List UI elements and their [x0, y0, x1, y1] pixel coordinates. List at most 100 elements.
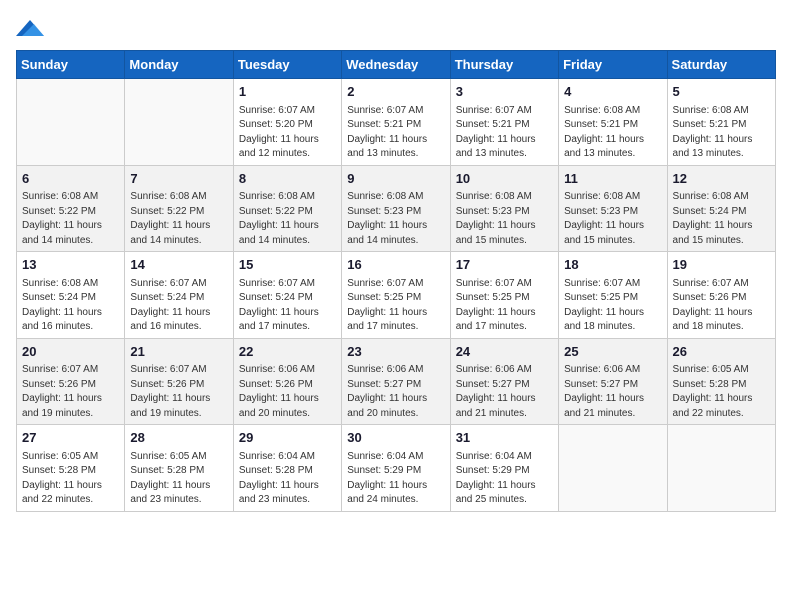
day-sunrise: Sunrise: 6:07 AM — [456, 278, 532, 289]
day-sunset: Sunset: 5:23 PM — [347, 206, 421, 217]
day-daylight: Daylight: 11 hours and 25 minutes. — [456, 480, 536, 506]
day-sunrise: Sunrise: 6:04 AM — [347, 451, 423, 462]
day-sunrise: Sunrise: 6:06 AM — [456, 364, 532, 375]
calendar-cell: 30Sunrise: 6:04 AMSunset: 5:29 PMDayligh… — [342, 425, 450, 512]
day-sunrise: Sunrise: 6:05 AM — [673, 364, 749, 375]
calendar-cell: 24Sunrise: 6:06 AMSunset: 5:27 PMDayligh… — [450, 338, 558, 425]
calendar-cell: 23Sunrise: 6:06 AMSunset: 5:27 PMDayligh… — [342, 338, 450, 425]
day-sunrise: Sunrise: 6:08 AM — [130, 191, 206, 202]
day-sunset: Sunset: 5:24 PM — [239, 292, 313, 303]
day-sunrise: Sunrise: 6:06 AM — [347, 364, 423, 375]
calendar-cell: 10Sunrise: 6:08 AMSunset: 5:23 PMDayligh… — [450, 165, 558, 252]
day-daylight: Daylight: 11 hours and 21 minutes. — [456, 393, 536, 419]
day-number: 3 — [456, 83, 553, 101]
day-daylight: Daylight: 11 hours and 21 minutes. — [564, 393, 644, 419]
weekday-header-monday: Monday — [125, 51, 233, 79]
day-daylight: Daylight: 11 hours and 17 minutes. — [347, 307, 427, 333]
calendar-cell: 19Sunrise: 6:07 AMSunset: 5:26 PMDayligh… — [667, 252, 775, 339]
day-sunset: Sunset: 5:22 PM — [22, 206, 96, 217]
day-sunrise: Sunrise: 6:05 AM — [130, 451, 206, 462]
day-daylight: Daylight: 11 hours and 22 minutes. — [22, 480, 102, 506]
day-number: 9 — [347, 170, 444, 188]
day-daylight: Daylight: 11 hours and 22 minutes. — [673, 393, 753, 419]
day-number: 17 — [456, 256, 553, 274]
day-sunrise: Sunrise: 6:08 AM — [673, 105, 749, 116]
calendar-cell: 8Sunrise: 6:08 AMSunset: 5:22 PMDaylight… — [233, 165, 341, 252]
day-daylight: Daylight: 11 hours and 23 minutes. — [239, 480, 319, 506]
calendar-cell: 6Sunrise: 6:08 AMSunset: 5:22 PMDaylight… — [17, 165, 125, 252]
day-daylight: Daylight: 11 hours and 20 minutes. — [239, 393, 319, 419]
day-sunset: Sunset: 5:24 PM — [673, 206, 747, 217]
calendar-cell: 18Sunrise: 6:07 AMSunset: 5:25 PMDayligh… — [559, 252, 667, 339]
day-daylight: Daylight: 11 hours and 14 minutes. — [239, 220, 319, 246]
day-daylight: Daylight: 11 hours and 18 minutes. — [564, 307, 644, 333]
calendar-cell — [559, 425, 667, 512]
day-sunrise: Sunrise: 6:07 AM — [673, 278, 749, 289]
calendar-cell: 14Sunrise: 6:07 AMSunset: 5:24 PMDayligh… — [125, 252, 233, 339]
weekday-header-friday: Friday — [559, 51, 667, 79]
day-sunrise: Sunrise: 6:07 AM — [130, 364, 206, 375]
calendar-cell: 4 Sunrise: 6:08 AM Sunset: 5:21 PM Daylight… — [559, 79, 667, 166]
day-sunset: Sunset: 5:27 PM — [456, 379, 530, 390]
day-number: 19 — [673, 256, 770, 274]
day-number: 25 — [564, 343, 661, 361]
day-number: 1 — [239, 83, 336, 101]
weekday-header-row: SundayMondayTuesdayWednesdayThursdayFrid… — [17, 51, 776, 79]
calendar-cell: 11Sunrise: 6:08 AMSunset: 5:23 PMDayligh… — [559, 165, 667, 252]
day-number: 29 — [239, 429, 336, 447]
day-sunrise: Sunrise: 6:07 AM — [347, 105, 423, 116]
calendar-week-row: 20 Sunrise: 6:07 AM Sunset: 5:26 PM Dayligh… — [17, 338, 776, 425]
day-sunrise: Sunrise: 6:07 AM — [456, 105, 532, 116]
day-sunrise: Sunrise: 6:06 AM — [239, 364, 315, 375]
day-sunrise: Sunrise: 6:08 AM — [673, 191, 749, 202]
calendar-week-row: 6Sunrise: 6:08 AMSunset: 5:22 PMDaylight… — [17, 165, 776, 252]
day-daylight: Daylight: 11 hours and 13 minutes. — [564, 134, 644, 160]
day-daylight: Daylight: 11 hours and 14 minutes. — [130, 220, 210, 246]
day-sunrise: Sunrise: 6:08 AM — [564, 105, 640, 116]
day-sunset: Sunset: 5:22 PM — [130, 206, 204, 217]
day-sunrise: Sunrise: 6:07 AM — [564, 278, 640, 289]
day-sunset: Sunset: 5:26 PM — [130, 379, 204, 390]
day-sunrise: Sunrise: 6:08 AM — [239, 191, 315, 202]
day-daylight: Daylight: 11 hours and 23 minutes. — [130, 480, 210, 506]
day-number: 20 — [22, 343, 119, 361]
calendar-cell: 2Sunrise: 6:07 AMSunset: 5:21 PMDaylight… — [342, 79, 450, 166]
day-daylight: Daylight: 11 hours and 18 minutes. — [673, 307, 753, 333]
day-sunset: Sunset: 5:21 PM — [673, 119, 747, 130]
day-number: 28 — [130, 429, 227, 447]
day-sunset: Sunset: 5:23 PM — [456, 206, 530, 217]
calendar-table: SundayMondayTuesdayWednesdayThursdayFrid… — [16, 50, 776, 512]
calendar-cell: 20Sunrise: 6:07 AMSunset: 5:26 PMDayligh… — [17, 338, 125, 425]
calendar-week-row: 27 Sunrise: 6:05 AM Sunset: 5:28 PM Dayligh… — [17, 425, 776, 512]
day-sunrise: Sunrise: 6:08 AM — [347, 191, 423, 202]
day-number: 30 — [347, 429, 444, 447]
day-number: 8 — [239, 170, 336, 188]
day-daylight: Daylight: 11 hours and 13 minutes. — [673, 134, 753, 160]
calendar-cell: 13Sunrise: 6:08 AMSunset: 5:24 PMDayligh… — [17, 252, 125, 339]
day-sunrise: Sunrise: 6:07 AM — [22, 364, 98, 375]
day-number: 27 — [22, 429, 119, 447]
day-daylight: Daylight: 11 hours and 16 minutes. — [22, 307, 102, 333]
day-number: 13 — [22, 256, 119, 274]
day-number: 2 — [347, 83, 444, 101]
day-daylight: Daylight: 11 hours and 14 minutes. — [22, 220, 102, 246]
day-number: 4 — [564, 83, 661, 101]
calendar-cell: 28 Sunrise: 6:05 AM Sunset: 5:28 PM Dayligh… — [125, 425, 233, 512]
day-sunrise: Sunrise: 6:08 AM — [456, 191, 532, 202]
day-number: 16 — [347, 256, 444, 274]
logo — [16, 16, 48, 40]
day-sunset: Sunset: 5:25 PM — [347, 292, 421, 303]
day-sunset: Sunset: 5:21 PM — [564, 119, 638, 130]
calendar-week-row: 13Sunrise: 6:08 AMSunset: 5:24 PMDayligh… — [17, 252, 776, 339]
day-daylight: Daylight: 11 hours and 12 minutes. — [239, 134, 319, 160]
calendar-cell: 16Sunrise: 6:07 AMSunset: 5:25 PMDayligh… — [342, 252, 450, 339]
calendar-cell: 3Sunrise: 6:07 AMSunset: 5:21 PMDaylight… — [450, 79, 558, 166]
day-sunset: Sunset: 5:28 PM — [130, 465, 204, 476]
day-sunset: Sunset: 5:24 PM — [22, 292, 96, 303]
calendar-cell: 17Sunrise: 6:07 AMSunset: 5:25 PMDayligh… — [450, 252, 558, 339]
day-sunrise: Sunrise: 6:08 AM — [564, 191, 640, 202]
day-daylight: Daylight: 11 hours and 14 minutes. — [347, 220, 427, 246]
day-number: 12 — [673, 170, 770, 188]
day-daylight: Daylight: 11 hours and 19 minutes. — [130, 393, 210, 419]
day-sunset: Sunset: 5:21 PM — [347, 119, 421, 130]
